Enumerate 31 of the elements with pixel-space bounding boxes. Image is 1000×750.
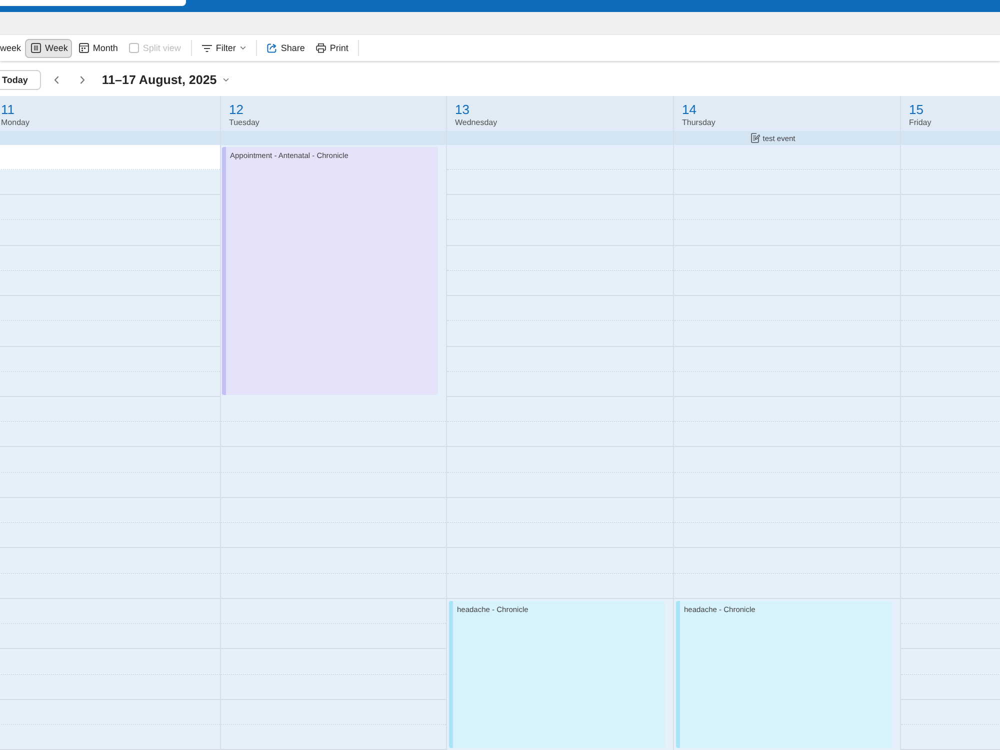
view-option[interactable]: week	[0, 43, 22, 53]
day-number: 13	[455, 103, 470, 117]
filter-button[interactable]: Filter	[198, 38, 250, 58]
weekday-name: Monday	[1, 118, 30, 128]
today-button[interactable]: Today	[0, 70, 41, 90]
chevron-left-icon	[54, 76, 60, 84]
search-field[interactable]	[0, 0, 186, 6]
chevron-down-icon	[222, 78, 229, 82]
date-range-button[interactable]: 11–17 August, 2025	[102, 73, 229, 87]
chevron-right-icon	[80, 76, 86, 84]
time-slot[interactable]	[0, 145, 220, 170]
square-outline-icon	[128, 43, 139, 53]
day-number: 14	[682, 103, 696, 117]
month-calendar-icon	[78, 43, 89, 53]
day-number: 12	[229, 103, 244, 117]
chevron-down-icon	[240, 46, 246, 50]
weekday-name: Tuesday	[229, 118, 260, 128]
day-number: 15	[909, 103, 924, 117]
month-view-button[interactable]: Month	[74, 38, 122, 58]
day-number: 11	[1, 103, 14, 117]
note-edit-icon	[750, 133, 760, 143]
weekday-name: Friday	[909, 118, 932, 128]
printer-icon	[316, 43, 326, 53]
weekday-name: Thursday	[682, 118, 716, 128]
weekday-name: Wednesday	[455, 118, 498, 128]
week-view-button[interactable]: Week	[25, 38, 72, 58]
week-calendar-icon	[31, 43, 42, 53]
print-button[interactable]: Print	[312, 38, 352, 58]
share-button[interactable]: Share	[262, 38, 309, 58]
share-icon	[266, 43, 277, 53]
filter-icon	[202, 44, 212, 52]
